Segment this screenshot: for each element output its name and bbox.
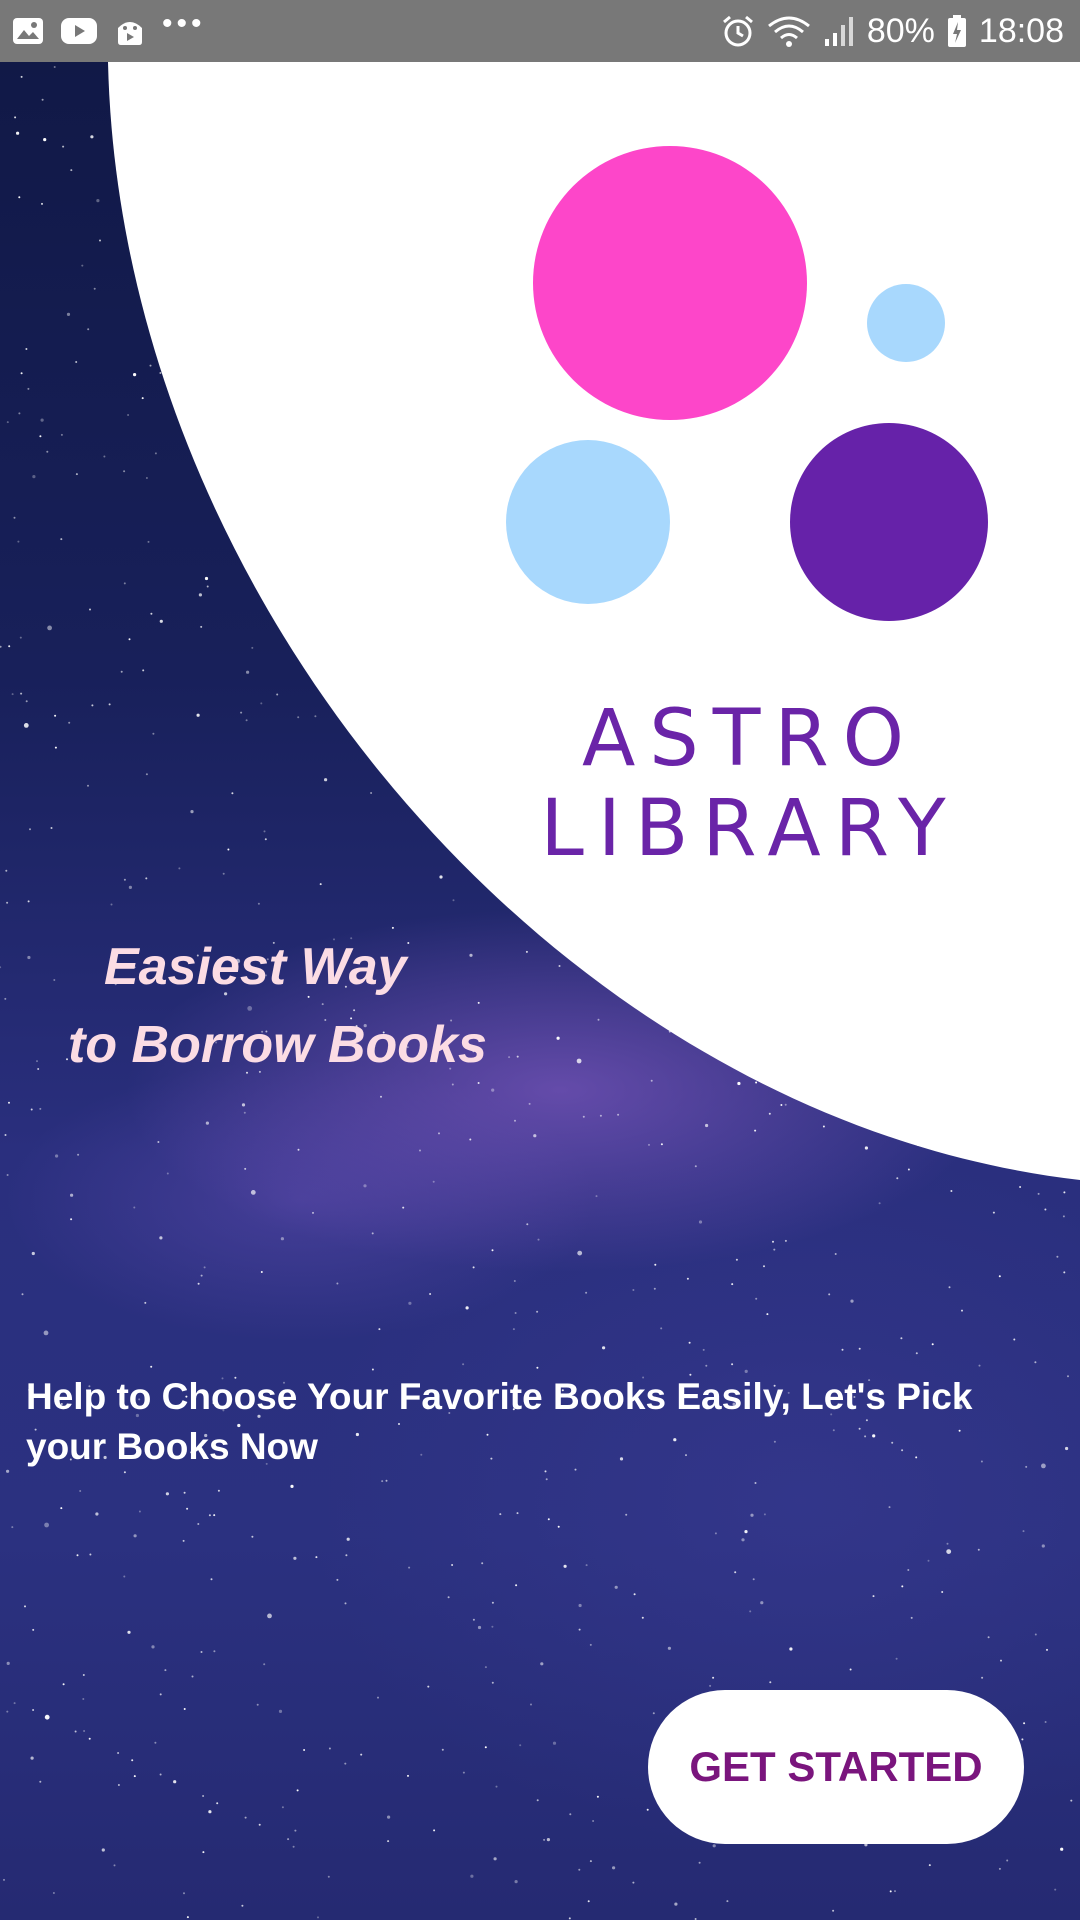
- alarm-icon: [721, 14, 755, 48]
- youtube-icon: [60, 17, 98, 45]
- battery-icon: [947, 14, 967, 48]
- status-time: 18:08: [978, 11, 1064, 50]
- logo-title-line1: ASTRO: [581, 694, 919, 784]
- logo-title-line2: LIBRARY: [540, 784, 960, 874]
- tagline-line1: Easiest Way: [104, 938, 407, 996]
- android-icon: [114, 16, 146, 46]
- logo-pink-circle: [533, 146, 807, 420]
- wifi-icon: [767, 14, 811, 48]
- logo-small-blue-circle: [867, 284, 945, 362]
- description-text: Help to Choose Your Favorite Books Easil…: [26, 1376, 973, 1467]
- tagline-line2: to Borrow Books: [68, 1016, 487, 1074]
- onboarding-screen: ASTRO LIBRARY ••• 80% 18:08 Easiest Way …: [0, 0, 1080, 1920]
- battery-percent: 80%: [866, 11, 935, 50]
- signal-icon: [823, 15, 855, 47]
- more-dots-icon: •••: [162, 7, 206, 40]
- logo-purple-circle: [790, 423, 988, 621]
- get-started-button[interactable]: GET STARTED: [648, 1690, 1024, 1844]
- logo-blue-circle: [506, 440, 670, 604]
- status-bar: ••• 80% 18:08: [0, 0, 1080, 62]
- gallery-icon: [12, 17, 44, 45]
